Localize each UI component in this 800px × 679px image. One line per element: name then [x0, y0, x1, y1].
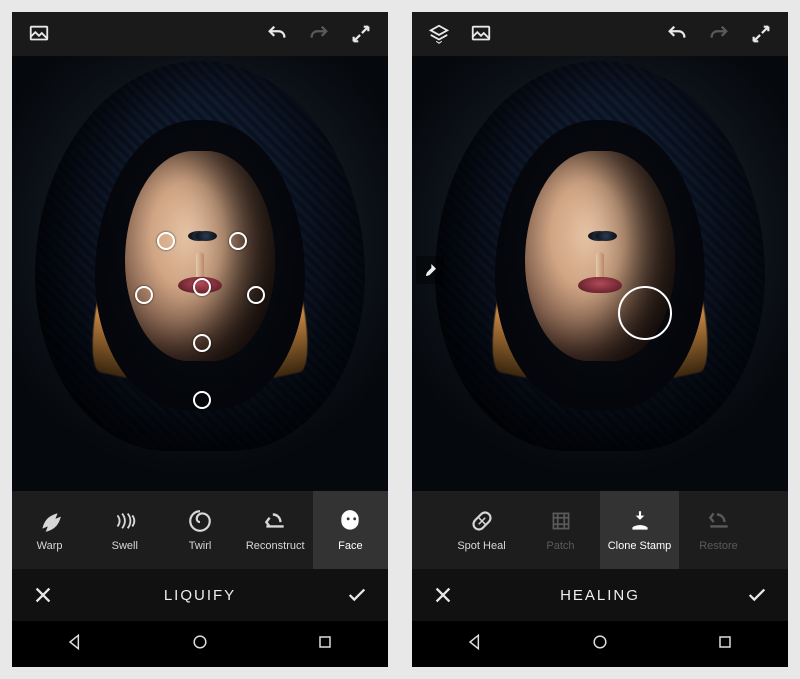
- face-handle-cheek-left[interactable]: [135, 286, 153, 304]
- tool-row: Spot Heal Patch Clone Stamp Restore: [412, 491, 788, 569]
- canvas[interactable]: [412, 56, 788, 491]
- fullscreen-icon[interactable]: [344, 17, 378, 51]
- toolrow-spacer: [412, 491, 442, 569]
- face-handle-cheek-right[interactable]: [247, 286, 265, 304]
- nav-home-icon[interactable]: [190, 632, 210, 657]
- tool-spot-heal[interactable]: Spot Heal: [442, 491, 521, 569]
- screen-healing: Spot Heal Patch Clone Stamp Restore HEAL…: [412, 12, 788, 667]
- tool-twirl[interactable]: Twirl: [162, 491, 237, 569]
- face-handle-eye-left[interactable]: [157, 232, 175, 250]
- image-icon[interactable]: [22, 17, 56, 51]
- undo-icon[interactable]: [660, 17, 694, 51]
- tool-face[interactable]: Face: [313, 491, 388, 569]
- mode-title: HEALING: [460, 587, 740, 604]
- cancel-button[interactable]: [26, 578, 60, 612]
- android-navbar: [412, 621, 788, 667]
- confirm-button[interactable]: [340, 578, 374, 612]
- layers-icon[interactable]: [422, 17, 456, 51]
- topbar: [12, 12, 388, 56]
- tool-restore: Restore: [679, 491, 758, 569]
- tool-label: Twirl: [189, 540, 212, 552]
- topbar: [412, 12, 788, 56]
- tool-patch: Patch: [521, 491, 600, 569]
- tool-label: Patch: [546, 540, 574, 552]
- portrait-face: [125, 151, 275, 361]
- face-handle-nose[interactable]: [193, 278, 211, 296]
- nav-home-icon[interactable]: [590, 632, 610, 657]
- nav-recent-icon[interactable]: [315, 632, 335, 657]
- face-handle-mouth[interactable]: [193, 334, 211, 352]
- portrait-lips: [578, 277, 622, 293]
- cancel-button[interactable]: [426, 578, 460, 612]
- brush-settings-icon[interactable]: [416, 256, 444, 284]
- tool-reconstruct[interactable]: Reconstruct: [238, 491, 313, 569]
- nav-back-icon[interactable]: [465, 632, 485, 657]
- tool-clone-stamp[interactable]: Clone Stamp: [600, 491, 679, 569]
- tool-warp[interactable]: Warp: [12, 491, 87, 569]
- portrait-eye: [195, 231, 217, 241]
- tool-label: Clone Stamp: [608, 540, 672, 552]
- tool-label: Face: [338, 540, 362, 552]
- confirm-button[interactable]: [740, 578, 774, 612]
- redo-icon: [702, 17, 736, 51]
- tool-row: Warp Swell Twirl Reconstruct Face: [12, 491, 388, 569]
- toolrow-spacer: [758, 491, 788, 569]
- nav-back-icon[interactable]: [65, 632, 85, 657]
- face-handle-eye-right[interactable]: [229, 232, 247, 250]
- tool-label: Reconstruct: [246, 540, 305, 552]
- tool-label: Restore: [699, 540, 738, 552]
- nav-recent-icon[interactable]: [715, 632, 735, 657]
- image-icon[interactable]: [464, 17, 498, 51]
- undo-icon[interactable]: [260, 17, 294, 51]
- tool-label: Swell: [112, 540, 138, 552]
- mode-bar: LIQUIFY: [12, 569, 388, 621]
- mode-bar: HEALING: [412, 569, 788, 621]
- tool-label: Spot Heal: [457, 540, 505, 552]
- redo-icon: [302, 17, 336, 51]
- android-navbar: [12, 621, 388, 667]
- tool-label: Warp: [37, 540, 63, 552]
- screen-liquify: Warp Swell Twirl Reconstruct Face LIQUIF…: [12, 12, 388, 667]
- canvas[interactable]: [12, 56, 388, 491]
- tool-swell[interactable]: Swell: [87, 491, 162, 569]
- fullscreen-icon[interactable]: [744, 17, 778, 51]
- portrait-eye: [595, 231, 617, 241]
- face-handle-chin[interactable]: [193, 391, 211, 409]
- mode-title: LIQUIFY: [60, 587, 340, 604]
- clone-stamp-cursor[interactable]: [618, 286, 672, 340]
